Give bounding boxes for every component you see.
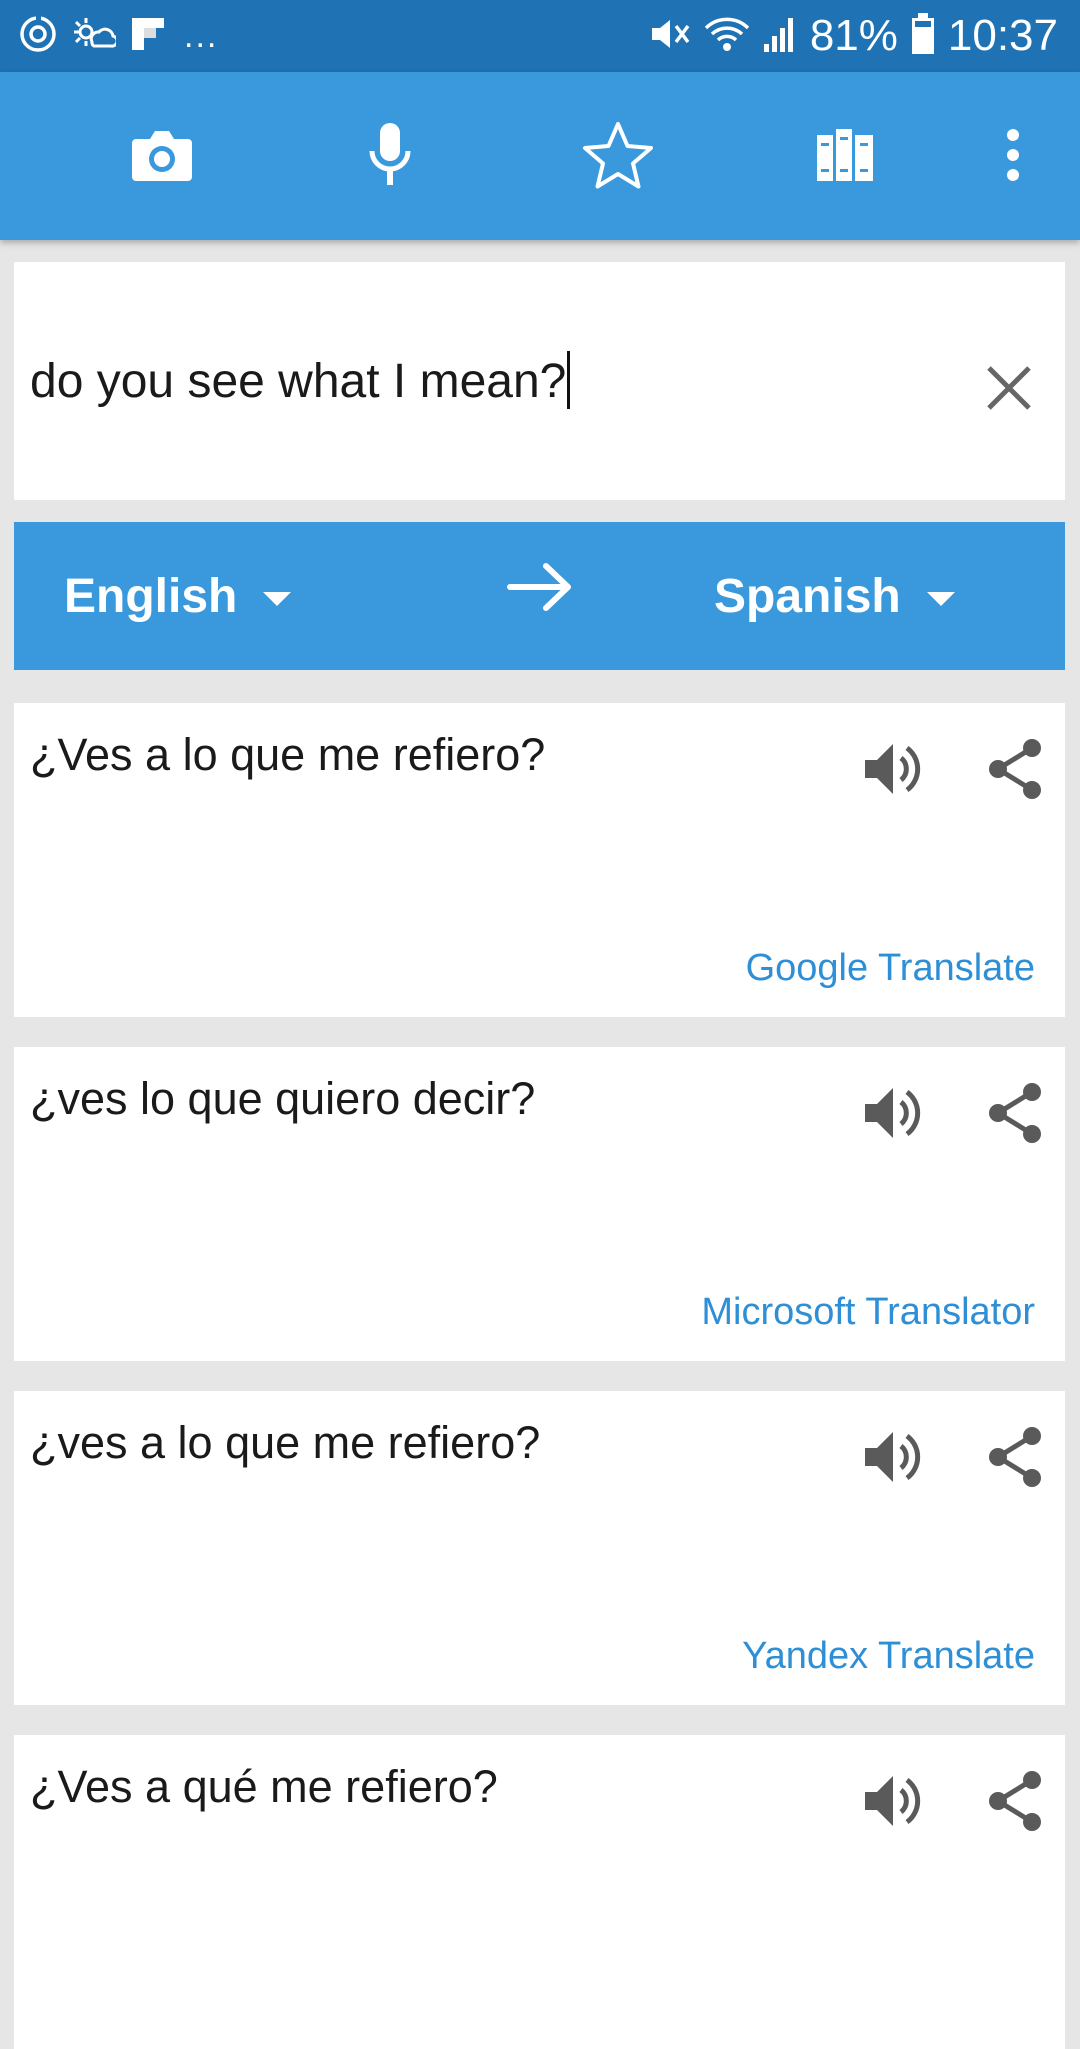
microphone-button[interactable] bbox=[345, 112, 435, 202]
text-cursor bbox=[567, 351, 571, 410]
volume-icon bbox=[863, 1084, 927, 1147]
share-button[interactable] bbox=[970, 731, 1060, 811]
phrasebook-button[interactable] bbox=[800, 112, 890, 202]
translation-card: ¿ves lo que quiero decir? Microsoft Tran… bbox=[14, 1047, 1065, 1361]
target-language-label: Spanish bbox=[714, 569, 901, 623]
share-icon bbox=[986, 738, 1044, 805]
translation-text[interactable]: ¿Ves a lo que me refiero? bbox=[30, 729, 545, 781]
source-text-input[interactable]: do you see what I mean? bbox=[30, 351, 571, 413]
camera-button[interactable] bbox=[117, 112, 207, 202]
target-language-selector[interactable]: Spanish bbox=[714, 522, 955, 670]
source-language-label: English bbox=[64, 569, 238, 623]
translation-card: ¿Ves a qué me refiero? bbox=[14, 1735, 1065, 2049]
speak-button[interactable] bbox=[850, 1763, 940, 1843]
translation-card: ¿Ves a lo que me refiero? Google Transla… bbox=[14, 703, 1065, 1017]
clock: 10:37 bbox=[947, 11, 1058, 60]
notification-icons: ... bbox=[18, 14, 218, 58]
more-vert-icon bbox=[1003, 127, 1023, 188]
translation-card: ¿ves a lo que me refiero? Yandex Transla… bbox=[14, 1391, 1065, 1705]
source-text-card: do you see what I mean? bbox=[14, 262, 1065, 500]
provider-link[interactable]: Microsoft Translator bbox=[701, 1291, 1035, 1334]
favorites-button[interactable] bbox=[573, 112, 663, 202]
flipboard-icon bbox=[130, 16, 166, 57]
share-icon bbox=[986, 1770, 1044, 1837]
close-icon bbox=[985, 364, 1033, 417]
microphone-icon bbox=[366, 121, 414, 194]
volume-icon bbox=[863, 740, 927, 803]
swap-languages-button[interactable] bbox=[506, 562, 596, 632]
speak-button[interactable] bbox=[850, 731, 940, 811]
signal-icon bbox=[762, 14, 798, 59]
arrow-right-icon bbox=[506, 563, 576, 616]
source-language-selector[interactable]: English bbox=[64, 522, 292, 670]
language-bar: English Spanish bbox=[14, 522, 1065, 670]
overflow-notifications: ... bbox=[184, 17, 219, 55]
share-icon bbox=[986, 1426, 1044, 1493]
status-bar: ... 81% 10:37 bbox=[0, 0, 1080, 72]
more-options-button[interactable] bbox=[968, 112, 1058, 202]
share-button[interactable] bbox=[970, 1419, 1060, 1499]
battery-percent: 81% bbox=[809, 11, 898, 60]
sync-icon bbox=[18, 14, 58, 59]
volume-icon bbox=[863, 1772, 927, 1835]
app-toolbar bbox=[0, 72, 1080, 240]
share-icon bbox=[986, 1082, 1044, 1149]
system-status: 81% 10:37 bbox=[648, 10, 1058, 62]
provider-link[interactable]: Yandex Translate bbox=[742, 1635, 1035, 1678]
source-text-value: do you see what I mean? bbox=[30, 355, 567, 408]
share-button[interactable] bbox=[970, 1075, 1060, 1155]
books-icon bbox=[815, 127, 875, 188]
clear-text-button[interactable] bbox=[969, 350, 1049, 430]
battery-icon bbox=[910, 12, 936, 61]
translation-text[interactable]: ¿Ves a qué me refiero? bbox=[30, 1761, 498, 1813]
speak-button[interactable] bbox=[850, 1075, 940, 1155]
volume-icon bbox=[863, 1428, 927, 1491]
share-button[interactable] bbox=[970, 1763, 1060, 1843]
speak-button[interactable] bbox=[850, 1419, 940, 1499]
translation-text[interactable]: ¿ves lo que quiero decir? bbox=[30, 1073, 535, 1125]
chevron-down-icon bbox=[263, 592, 292, 606]
translation-text[interactable]: ¿ves a lo que me refiero? bbox=[30, 1417, 540, 1469]
chevron-down-icon bbox=[926, 592, 955, 606]
wifi-icon bbox=[704, 14, 750, 59]
camera-icon bbox=[130, 127, 194, 188]
provider-link[interactable]: Google Translate bbox=[746, 947, 1035, 990]
mute-icon bbox=[648, 14, 692, 59]
weather-icon bbox=[72, 14, 119, 59]
star-icon bbox=[582, 120, 654, 195]
